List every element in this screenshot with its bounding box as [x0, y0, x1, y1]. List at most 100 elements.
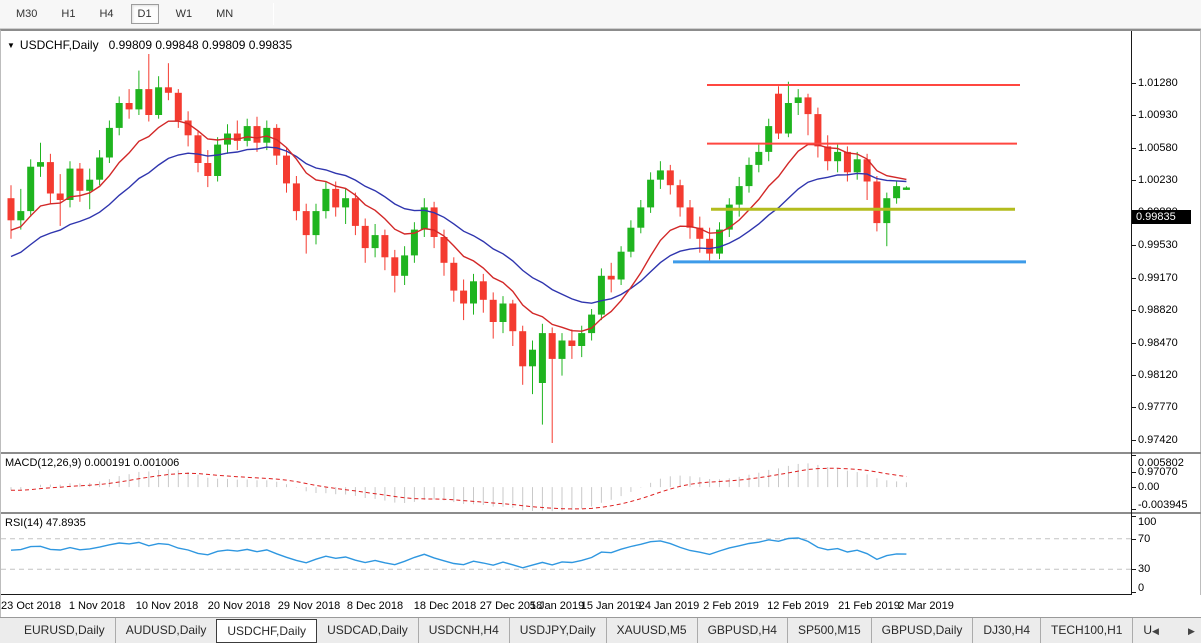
candle-body	[549, 333, 556, 359]
chart-tab-usdjpy-daily[interactable]: USDJPY,Daily	[509, 618, 606, 643]
candle-body	[76, 169, 83, 191]
macd-tick	[1131, 455, 1136, 456]
candle-body	[322, 189, 329, 211]
price-tick-label: 0.98120	[1138, 369, 1178, 381]
candle-body	[165, 87, 172, 93]
candle-body	[254, 126, 261, 143]
candle-body	[893, 186, 900, 198]
tabs-scroll-right-icon[interactable]: ▶	[1188, 626, 1195, 637]
date-axis[interactable]: 23 Oct 20181 Nov 201810 Nov 201820 Nov 2…	[1, 595, 1201, 618]
price-tick	[1131, 278, 1136, 279]
candle-body	[736, 186, 743, 205]
rsi-line	[11, 538, 906, 568]
price-tick	[1131, 180, 1136, 181]
date-tick-label: 5 Jan 2019	[530, 600, 584, 612]
timeframe-button-d1[interactable]: D1	[131, 4, 159, 24]
chart-tab-eurusd-daily[interactable]: EURUSD,Daily	[14, 618, 115, 643]
chart-symbol-label: USDCHF,Daily	[20, 38, 99, 52]
price-tick	[1131, 83, 1136, 84]
timeframe-button-mn[interactable]: MN	[209, 4, 240, 24]
candle-body	[657, 170, 664, 179]
rsi-pane[interactable]	[1, 514, 1131, 594]
price-tick-label: 0.97770	[1138, 401, 1178, 413]
ma-fast-line[interactable]	[11, 121, 906, 331]
candle-body	[313, 211, 320, 235]
timeframe-button-w1[interactable]: W1	[169, 4, 200, 24]
candle-body	[519, 331, 526, 366]
timeframe-button-h1[interactable]: H1	[54, 4, 82, 24]
candle-body	[903, 188, 910, 190]
date-tick-label: 1 Nov 2018	[69, 600, 125, 612]
date-tick-label: 12 Feb 2019	[767, 600, 829, 612]
price-tick	[1131, 440, 1136, 441]
macd-tick	[1131, 487, 1136, 488]
candle-body	[126, 103, 133, 109]
macd-label: MACD(12,26,9) 0.000191 0.001006	[5, 457, 179, 469]
toolbar-divider	[273, 3, 274, 25]
rsi-tick	[1131, 569, 1136, 570]
candle-body	[381, 235, 388, 257]
candle-body	[57, 194, 64, 201]
candle-body	[263, 128, 270, 143]
chart-tab-usdchf-daily[interactable]: USDCHF,Daily	[216, 619, 317, 643]
candle-body	[450, 263, 457, 291]
macd-tick-label: -0.003945	[1138, 499, 1188, 511]
chart-tab-tech100-h1[interactable]: TECH100,H1	[1040, 618, 1132, 643]
candle-body	[627, 228, 634, 252]
candle-body	[687, 207, 694, 227]
symbol-dropdown-icon[interactable]: ▼	[7, 41, 15, 50]
rsi-label: RSI(14) 47.8935	[5, 517, 86, 529]
candle-body	[470, 281, 477, 303]
chart-header: ▼USDCHF,Daily0.99809 0.99848 0.99809 0.9…	[7, 38, 292, 52]
candle-body	[578, 333, 585, 346]
date-tick-label: 20 Nov 2018	[208, 600, 270, 612]
price-tick-label: 0.98470	[1138, 337, 1178, 349]
price-tick-label: 1.01280	[1138, 77, 1178, 89]
price-tick	[1131, 148, 1136, 149]
candle-body	[352, 198, 359, 226]
candle-body	[214, 145, 221, 176]
chart-tab-gbpusd-h4[interactable]: GBPUSD,H4	[697, 618, 787, 643]
date-tick-label: 21 Feb 2019	[838, 600, 900, 612]
rsi-tick	[1131, 592, 1136, 593]
chart-tab-usdcad-daily[interactable]: USDCAD,Daily	[317, 618, 418, 643]
price-tick-label: 1.00580	[1138, 142, 1178, 154]
chart-tab-xauusd-m5[interactable]: XAUUSD,M5	[606, 618, 697, 643]
candles-layer	[8, 54, 910, 443]
macd-signal-line	[11, 468, 906, 509]
macd-name: MACD(12,26,9)	[5, 457, 81, 469]
date-tick-label: 10 Nov 2018	[136, 600, 198, 612]
candle-body	[805, 97, 812, 114]
candle-body	[175, 93, 182, 121]
candle-body	[765, 126, 772, 152]
rsi-tick-label: 70	[1138, 533, 1150, 545]
candle-body	[598, 276, 605, 315]
chart-tab-dj30-h4[interactable]: DJ30,H4	[972, 618, 1040, 643]
timeframe-button-h4[interactable]: H4	[92, 4, 120, 24]
date-tick-label: 18 Dec 2018	[414, 600, 476, 612]
price-chart-pane[interactable]	[1, 32, 1131, 453]
candle-body	[283, 156, 290, 184]
chart-tab-audusd-daily[interactable]: AUDUSD,Daily	[115, 618, 217, 643]
candle-body	[303, 211, 310, 235]
mt4-window: M30H1H4D1W1MN ▼USDCHF,Daily0.99809 0.998…	[0, 0, 1201, 643]
candle-body	[490, 300, 497, 322]
timeframe-button-m30[interactable]: M30	[9, 4, 44, 24]
date-tick-label: 24 Jan 2019	[639, 600, 700, 612]
candle-body	[854, 159, 861, 172]
ma-slow-line[interactable]	[11, 147, 906, 303]
price-tick	[1131, 472, 1136, 473]
chart-tab-sp500-m15[interactable]: SP500,M15	[787, 618, 871, 643]
price-tick-label: 1.00930	[1138, 109, 1178, 121]
candle-body	[17, 211, 24, 220]
chart-tab-usdcnh-h4[interactable]: USDCNH,H4	[418, 618, 509, 643]
candle-body	[86, 180, 93, 191]
candle-body	[204, 163, 211, 176]
tabs-scroll-left-icon[interactable]: ◀	[1152, 626, 1159, 637]
price-tick-label: 0.99530	[1138, 239, 1178, 251]
chart-tab-gbpusd-daily[interactable]: GBPUSD,Daily	[871, 618, 973, 643]
candle-body	[706, 239, 713, 254]
date-tick-label: 8 Dec 2018	[347, 600, 403, 612]
rsi-tick-label: 30	[1138, 563, 1150, 575]
candle-body	[755, 152, 762, 165]
